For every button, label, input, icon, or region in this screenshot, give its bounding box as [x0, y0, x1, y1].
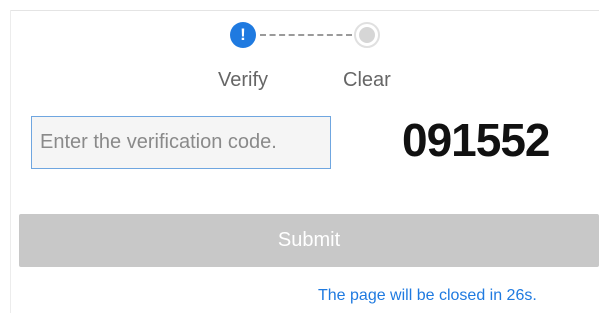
verification-code-display: 091552 — [402, 114, 550, 166]
step-label-verify: Verify — [218, 69, 269, 91]
step-connector — [260, 34, 352, 36]
auto-close-notice: The page will be closed in 26s. — [318, 287, 537, 304]
submit-button[interactable]: Submit — [19, 214, 599, 267]
step-label-clear: Clear — [343, 69, 391, 91]
verification-code-input[interactable] — [31, 116, 331, 169]
empty-circle-icon — [354, 22, 380, 48]
exclamation-icon: ! — [230, 22, 256, 48]
top-divider — [10, 10, 599, 11]
left-divider — [10, 10, 11, 313]
verification-page: ! Verify Clear 091552 Submit The page wi… — [0, 0, 599, 313]
